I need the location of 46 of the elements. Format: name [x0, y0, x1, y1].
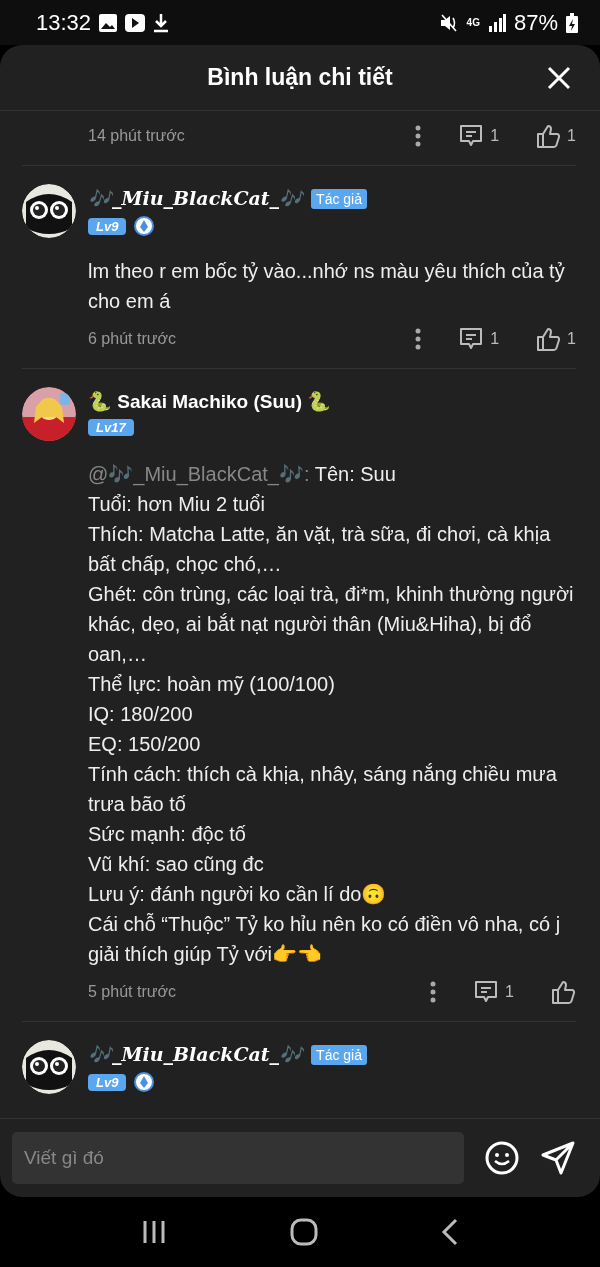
network-label: 4G: [466, 17, 480, 28]
signal-icon: [487, 13, 506, 32]
back-icon[interactable]: [440, 1218, 459, 1246]
thumbs-up-icon[interactable]: [550, 979, 576, 1005]
send-icon[interactable]: [540, 1140, 576, 1176]
like-count: 1: [567, 330, 576, 348]
thumbs-up-icon[interactable]: [535, 326, 562, 352]
username[interactable]: 🐍 Sakai Machiko (Suu) 🐍: [88, 390, 332, 413]
level-badge: Lv9: [88, 1073, 127, 1091]
level-badge: Lv17: [88, 419, 134, 436]
author-badge: Tác giả: [311, 1044, 368, 1065]
cat-avatar[interactable]: [22, 1040, 76, 1094]
timestamp: 14 phút trước: [88, 127, 186, 145]
emoji-icon[interactable]: [484, 1140, 520, 1176]
close-button[interactable]: [546, 65, 572, 91]
sheet-title: Bình luận chi tiết: [207, 64, 393, 91]
more-icon[interactable]: [414, 124, 423, 148]
battery-icon: [566, 12, 578, 33]
author-badge: Tác giả: [311, 188, 368, 209]
reply-count: 1: [490, 330, 500, 348]
thumbs-up-icon[interactable]: [535, 123, 562, 149]
more-icon[interactable]: [429, 980, 438, 1004]
comment-icon[interactable]: [458, 326, 485, 352]
comment-icon[interactable]: [473, 979, 500, 1005]
home-icon[interactable]: [290, 1218, 318, 1246]
username[interactable]: 🎶_Miu_BlackCat_🎶: [88, 187, 304, 210]
reply-count: 1: [505, 983, 514, 1001]
comment-input[interactable]: Viết gì đó: [12, 1132, 464, 1184]
comment-text: @🎶_Miu_BlackCat_🎶: Tên: Suu Tuổi: hơn Miu 2 tuổi Thích: Matcha Latte, ăn vặt, trà sữa, đi chơi, cà khịa bất chấp, chọc chó,… Ghét: côn trùng, các loại trà, đi*m, khinh thường người khác, dẹo, ai bắt nạt người thân (Miu&Hiha), bị đổ oan,… Thể lực: hoàn mỹ (100/100) IQ: 180/200 EQ: 150/200 Tính cách: thích cà khịa, nhây, sáng nắng chiều mưa trưa bão tố Sức mạnh: độc tố Vũ khí: sao cũng đc Lưu ý: đánh người ko cần lí do🙃 Cái chỗ “Thuộc” Tỷ ko hỉu nên ko có điền vô nha, có j giải thích giúp Tỷ với👉👈: [88, 462, 575, 967]
more-icon[interactable]: [414, 327, 423, 351]
comment-text: lm theo r em bốc tỷ vào...nhớ ns màu yêu thích của tỷ cho em á: [88, 259, 566, 314]
comment-icon[interactable]: [458, 123, 485, 149]
reply-count: 1: [490, 127, 500, 145]
mute-icon: [438, 12, 459, 33]
cat-avatar[interactable]: [22, 184, 76, 238]
username[interactable]: 🎶_Miu_BlackCat_🎶: [88, 1043, 304, 1066]
clock: 13:32: [36, 9, 92, 36]
battery-percent: 87%: [513, 9, 558, 36]
recent-apps-icon[interactable]: [141, 1219, 168, 1245]
timestamp: 5 phút trước: [88, 983, 177, 1001]
timestamp: 6 phút trước: [88, 330, 177, 348]
like-count: 1: [567, 127, 576, 145]
download-icon: [153, 12, 170, 33]
image-icon: [99, 13, 118, 32]
level-badge: Lv9: [88, 217, 127, 235]
play-icon: [125, 13, 146, 32]
